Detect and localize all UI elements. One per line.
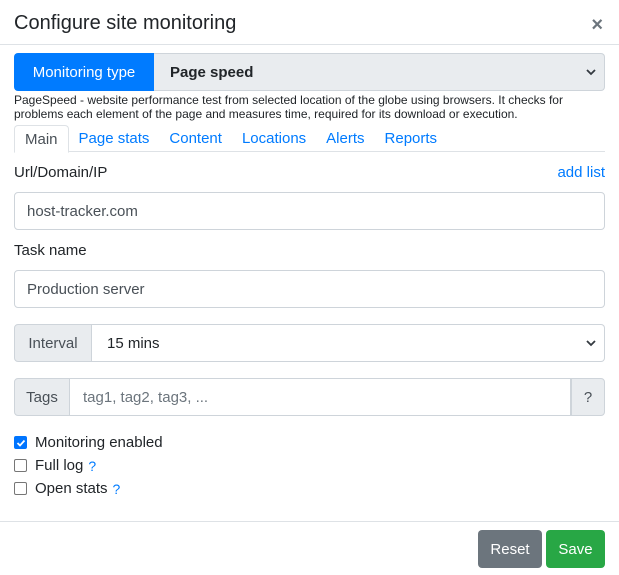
task-name-label: Task name [14,242,87,259]
monitoring-type-value: Page speed [170,63,254,81]
interval-label: Interval [14,324,92,362]
check-icon [16,439,25,447]
url-label: Url/Domain/IP [14,164,108,181]
tab-main[interactable]: Main [14,125,69,153]
interval-value: 15 mins [107,334,160,352]
interval-select[interactable]: 15 mins [92,324,605,362]
tab-locations[interactable]: Locations [232,125,316,152]
close-icon[interactable]: × [591,15,603,35]
open-stats-label: Open stats [35,480,108,497]
url-input[interactable]: host-tracker.com [14,192,605,230]
tab-content[interactable]: Content [159,125,232,152]
tab-alerts[interactable]: Alerts [316,125,374,152]
monitoring-type-description: PageSpeed - website performance test fro… [14,93,563,121]
open-stats-help-link[interactable]: ? [113,481,121,497]
modal-header: Configure site monitoring × [0,0,619,45]
monitoring-enabled-label: Monitoring enabled [35,434,163,451]
monitoring-type-label: Monitoring type [14,53,154,91]
full-log-option[interactable]: Full log ? [14,457,96,474]
full-log-label: Full log [35,457,84,474]
tags-label: Tags [14,378,70,416]
modal-title: Configure site monitoring [14,12,237,34]
tab-bar: Main Page stats Content Locations Alerts… [14,125,605,153]
tab-reports[interactable]: Reports [375,125,448,152]
monitoring-type-group: Monitoring type Page speed [14,53,605,91]
chevron-down-icon [586,340,596,347]
interval-group: Interval 15 mins [14,324,605,362]
tab-page-stats[interactable]: Page stats [69,125,160,152]
open-stats-option[interactable]: Open stats ? [14,480,120,497]
reset-button[interactable]: Reset [478,530,542,568]
save-button[interactable]: Save [546,530,605,568]
monitoring-enabled-checkbox[interactable] [14,436,27,449]
task-name-input[interactable]: Production server [14,270,605,308]
full-log-help-link[interactable]: ? [88,458,96,474]
tags-help-button[interactable]: ? [571,378,605,416]
add-list-link[interactable]: add list [557,164,605,181]
monitoring-type-select[interactable]: Page speed [154,53,605,91]
tags-placeholder: tag1, tag2, tag3, ... [83,388,209,406]
full-log-checkbox[interactable] [14,459,27,472]
open-stats-checkbox[interactable] [14,482,27,495]
tags-group: Tags tag1, tag2, tag3, ... ? [14,378,605,416]
monitoring-enabled-option[interactable]: Monitoring enabled [14,434,163,451]
chevron-down-icon [586,69,596,76]
tags-input[interactable]: tag1, tag2, tag3, ... [70,378,571,416]
